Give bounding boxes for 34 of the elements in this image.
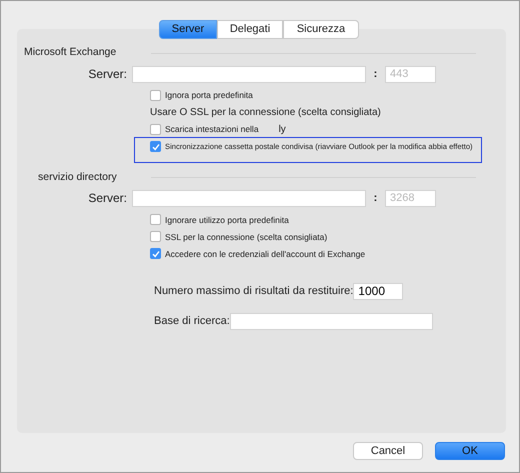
checkbox-label: Scarica intestazioni nella <box>165 123 259 136</box>
tab[interactable]: Sicurezza <box>283 20 359 39</box>
checkmark-icon <box>152 142 160 151</box>
option-text: Usare O SSL per la connessione (scelta consigliata) <box>150 106 382 120</box>
field-label: Numero massimo di risultati da restituire: <box>154 284 354 300</box>
checkbox[interactable] <box>150 141 161 152</box>
checkbox[interactable] <box>150 214 161 226</box>
checkbox[interactable] <box>150 231 161 242</box>
section-title: servizio directory <box>38 170 118 185</box>
colon-text: : <box>372 66 378 82</box>
port-field[interactable]: 443 <box>385 66 436 82</box>
field-label: Server: <box>87 66 128 83</box>
checkmark-icon <box>152 250 160 258</box>
checkbox-label: Ignorare utilizzo porta predefinita <box>165 214 289 226</box>
search-base-field[interactable] <box>230 312 433 330</box>
field-label: Server: <box>87 190 128 208</box>
trailing-text: ly <box>278 123 286 137</box>
server-field[interactable] <box>132 66 366 82</box>
ok-button[interactable]: OK <box>435 442 505 460</box>
port-field[interactable]: 3268 <box>385 190 436 207</box>
checkbox-label: Ignora porta predefinita <box>165 89 253 102</box>
server-field[interactable] <box>132 190 366 207</box>
checkbox-label: SSL per la connessione (scelta consigliata) <box>165 230 328 244</box>
checkbox[interactable] <box>150 124 161 135</box>
field-label: Base di ricerca: <box>154 314 230 330</box>
checkbox-label: Accedere con le credenziali dell'account di Exchange <box>165 248 366 260</box>
results-field[interactable]: 1000 <box>353 282 404 300</box>
cancel-button[interactable]: Cancel <box>353 442 423 460</box>
section-title: Microsoft Exchange <box>24 45 118 60</box>
tab[interactable]: Delegati <box>217 20 283 39</box>
checkbox[interactable] <box>150 90 161 101</box>
colon-text: : <box>372 191 378 206</box>
checkbox[interactable] <box>150 248 161 260</box>
tab[interactable]: Server <box>159 20 217 39</box>
